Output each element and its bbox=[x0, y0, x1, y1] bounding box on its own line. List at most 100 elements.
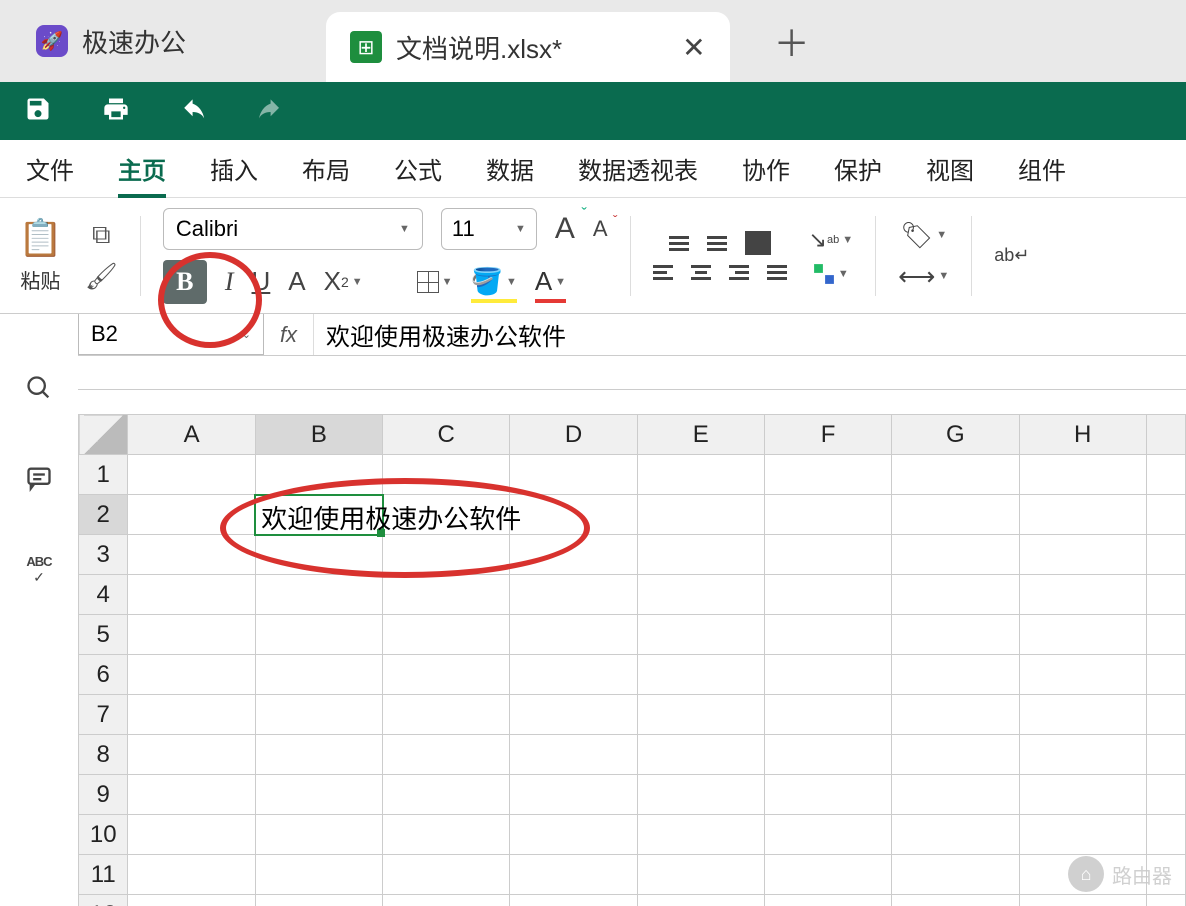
cell-E10[interactable] bbox=[637, 815, 764, 855]
cell-B4[interactable] bbox=[255, 575, 382, 615]
subscript-button[interactable]: X2▼ bbox=[324, 266, 363, 297]
comments-icon[interactable] bbox=[25, 464, 53, 500]
cell-G9[interactable] bbox=[892, 775, 1019, 815]
cell-A9[interactable] bbox=[128, 775, 255, 815]
cell-B9[interactable] bbox=[255, 775, 382, 815]
menu-plugins[interactable]: 组件 bbox=[1018, 151, 1066, 186]
cell-H1[interactable] bbox=[1019, 455, 1146, 495]
cell-B1[interactable] bbox=[255, 455, 382, 495]
cell-F6[interactable] bbox=[764, 655, 891, 695]
wrap-text-button[interactable]: ab↵ bbox=[994, 245, 1029, 266]
menu-pivot[interactable]: 数据透视表 bbox=[578, 151, 698, 186]
search-icon[interactable] bbox=[25, 374, 53, 410]
cell-E4[interactable] bbox=[637, 575, 764, 615]
cell-extra-8[interactable] bbox=[1146, 735, 1185, 775]
cell-F5[interactable] bbox=[764, 615, 891, 655]
cell-B12[interactable] bbox=[255, 895, 382, 906]
cell-H12[interactable] bbox=[1019, 895, 1146, 906]
row-header-5[interactable]: 5 bbox=[79, 615, 128, 655]
cell-H3[interactable] bbox=[1019, 535, 1146, 575]
document-tab[interactable]: ⊞ 文档说明.xlsx* ✕ bbox=[326, 12, 730, 82]
cell-D8[interactable] bbox=[510, 735, 637, 775]
column-header-F[interactable]: F bbox=[764, 415, 891, 455]
cell-D9[interactable] bbox=[510, 775, 637, 815]
cell-H5[interactable] bbox=[1019, 615, 1146, 655]
font-family-select[interactable]: Calibri ▼ bbox=[163, 208, 423, 250]
column-header-extra[interactable] bbox=[1146, 415, 1185, 455]
cell-extra-10[interactable] bbox=[1146, 815, 1185, 855]
cell-B2[interactable] bbox=[255, 495, 382, 535]
align-justify-icon[interactable] bbox=[767, 265, 787, 280]
cell-G2[interactable] bbox=[892, 495, 1019, 535]
cell-E12[interactable] bbox=[637, 895, 764, 906]
column-header-G[interactable]: G bbox=[892, 415, 1019, 455]
cell-C3[interactable] bbox=[383, 535, 510, 575]
cell-F8[interactable] bbox=[764, 735, 891, 775]
cell-D10[interactable] bbox=[510, 815, 637, 855]
align-right-icon[interactable] bbox=[729, 265, 749, 280]
menu-home[interactable]: 主页 bbox=[118, 151, 166, 186]
cell-B10[interactable] bbox=[255, 815, 382, 855]
cell-E5[interactable] bbox=[637, 615, 764, 655]
cell-D4[interactable] bbox=[510, 575, 637, 615]
cell-B5[interactable] bbox=[255, 615, 382, 655]
cell-C12[interactable] bbox=[383, 895, 510, 906]
copy-icon[interactable]: ⧉ bbox=[92, 219, 111, 251]
cell-A7[interactable] bbox=[128, 695, 255, 735]
cell-C11[interactable] bbox=[383, 855, 510, 895]
cell-C5[interactable] bbox=[383, 615, 510, 655]
cell-E2[interactable] bbox=[637, 495, 764, 535]
cell-G8[interactable] bbox=[892, 735, 1019, 775]
cell-C6[interactable] bbox=[383, 655, 510, 695]
cell-F11[interactable] bbox=[764, 855, 891, 895]
menu-view[interactable]: 视图 bbox=[926, 151, 974, 186]
cell-E7[interactable] bbox=[637, 695, 764, 735]
cell-D1[interactable] bbox=[510, 455, 637, 495]
cell-D11[interactable] bbox=[510, 855, 637, 895]
cell-extra-9[interactable] bbox=[1146, 775, 1185, 815]
cell-A3[interactable] bbox=[128, 535, 255, 575]
cell-C9[interactable] bbox=[383, 775, 510, 815]
cell-D2[interactable] bbox=[510, 495, 637, 535]
strikethrough-button[interactable]: A bbox=[288, 266, 305, 297]
cell-extra-3[interactable] bbox=[1146, 535, 1185, 575]
cell-B6[interactable] bbox=[255, 655, 382, 695]
cell-D6[interactable] bbox=[510, 655, 637, 695]
menu-collab[interactable]: 协作 bbox=[742, 151, 790, 186]
cell-B11[interactable] bbox=[255, 855, 382, 895]
cell-A1[interactable] bbox=[128, 455, 255, 495]
row-header-9[interactable]: 9 bbox=[79, 775, 128, 815]
menu-data[interactable]: 数据 bbox=[486, 151, 534, 186]
menu-layout[interactable]: 布局 bbox=[302, 151, 350, 186]
align-center-icon[interactable] bbox=[691, 265, 711, 280]
new-tab-button[interactable]: ＋ bbox=[774, 15, 810, 67]
cell-extra-1[interactable] bbox=[1146, 455, 1185, 495]
row-header-3[interactable]: 3 bbox=[79, 535, 128, 575]
align-middle-icon[interactable] bbox=[707, 236, 727, 251]
close-tab-icon[interactable]: ✕ bbox=[682, 31, 705, 64]
undo-icon[interactable] bbox=[180, 97, 208, 126]
menu-file[interactable]: 文件 bbox=[26, 151, 74, 186]
redo-icon[interactable] bbox=[258, 97, 286, 126]
row-header-2[interactable]: 2 bbox=[79, 495, 128, 535]
cell-A11[interactable] bbox=[128, 855, 255, 895]
increase-font-icon[interactable]: A bbox=[555, 212, 575, 246]
spreadsheet-grid[interactable]: ABCDEFGH 123456789101112 欢迎使用极速办公软件 bbox=[78, 414, 1186, 906]
row-header-10[interactable]: 10 bbox=[79, 815, 128, 855]
cell-style-button[interactable]: ▼ bbox=[813, 263, 849, 285]
cell-A4[interactable] bbox=[128, 575, 255, 615]
cell-E1[interactable] bbox=[637, 455, 764, 495]
row-header-6[interactable]: 6 bbox=[79, 655, 128, 695]
fx-label[interactable]: fx bbox=[264, 314, 314, 355]
cell-C7[interactable] bbox=[383, 695, 510, 735]
row-header-7[interactable]: 7 bbox=[79, 695, 128, 735]
cell-E6[interactable] bbox=[637, 655, 764, 695]
column-header-A[interactable]: A bbox=[128, 415, 255, 455]
fill-color-button[interactable]: 🪣▼ bbox=[471, 266, 517, 297]
row-header-1[interactable]: 1 bbox=[79, 455, 128, 495]
paste-icon[interactable]: 📋 bbox=[18, 217, 63, 259]
cell-G7[interactable] bbox=[892, 695, 1019, 735]
cell-A8[interactable] bbox=[128, 735, 255, 775]
cell-H6[interactable] bbox=[1019, 655, 1146, 695]
formula-input[interactable]: 欢迎使用极速办公软件 bbox=[314, 314, 1186, 355]
